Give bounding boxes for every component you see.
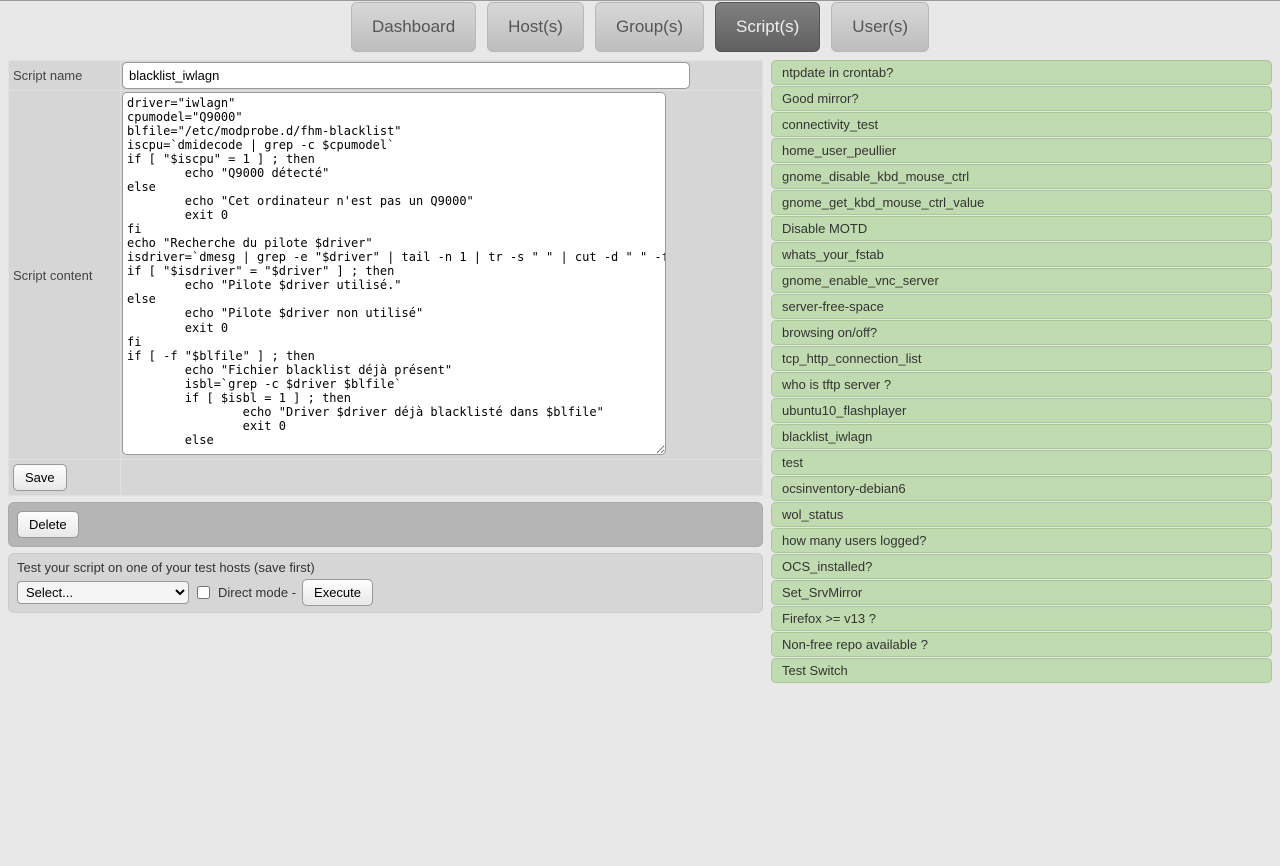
script-item[interactable]: ntpdate in crontab? <box>771 60 1272 85</box>
left-column: Script name Script content Save Delete <box>8 60 763 683</box>
tab-hosts[interactable]: Host(s) <box>487 2 584 52</box>
delete-button[interactable]: Delete <box>17 511 79 538</box>
script-item[interactable]: Test Switch <box>771 658 1272 683</box>
main-content: Script name Script content Save Delete <box>0 52 1280 691</box>
script-item[interactable]: tcp_http_connection_list <box>771 346 1272 371</box>
script-content-label: Script content <box>9 91 121 460</box>
right-column: ntpdate in crontab?Good mirror?connectiv… <box>771 60 1272 683</box>
script-content-textarea[interactable] <box>122 92 666 455</box>
tab-dashboard[interactable]: Dashboard <box>351 2 476 52</box>
script-item[interactable]: wol_status <box>771 502 1272 527</box>
tab-groups[interactable]: Group(s) <box>595 2 704 52</box>
delete-panel: Delete <box>8 502 763 547</box>
tab-users[interactable]: User(s) <box>831 2 929 52</box>
test-panel: Test your script on one of your test hos… <box>8 553 763 613</box>
script-item[interactable]: connectivity_test <box>771 112 1272 137</box>
script-item[interactable]: Good mirror? <box>771 86 1272 111</box>
script-item[interactable]: Set_SrvMirror <box>771 580 1272 605</box>
script-item[interactable]: who is tftp server ? <box>771 372 1272 397</box>
script-item[interactable]: server-free-space <box>771 294 1272 319</box>
test-controls-row: Select... Direct mode - Execute <box>17 579 754 606</box>
script-item[interactable]: gnome_get_kbd_mouse_ctrl_value <box>771 190 1272 215</box>
script-name-label: Script name <box>9 61 121 91</box>
script-item[interactable]: home_user_peullier <box>771 138 1272 163</box>
test-heading: Test your script on one of your test hos… <box>17 560 754 575</box>
script-item[interactable]: whats_your_fstab <box>771 242 1272 267</box>
execute-button[interactable]: Execute <box>302 579 373 606</box>
script-item[interactable]: blacklist_iwlagn <box>771 424 1272 449</box>
script-item[interactable]: OCS_installed? <box>771 554 1272 579</box>
main-tabs: DashboardHost(s)Group(s)Script(s)User(s) <box>0 1 1280 52</box>
tab-scripts[interactable]: Script(s) <box>715 2 820 52</box>
direct-mode-label: Direct mode - <box>218 585 296 600</box>
script-item[interactable]: how many users logged? <box>771 528 1272 553</box>
script-list: ntpdate in crontab?Good mirror?connectiv… <box>771 60 1272 683</box>
script-name-input[interactable] <box>122 62 690 89</box>
script-item[interactable]: ocsinventory-debian6 <box>771 476 1272 501</box>
script-item[interactable]: gnome_disable_kbd_mouse_ctrl <box>771 164 1272 189</box>
script-item[interactable]: Disable MOTD <box>771 216 1272 241</box>
script-item[interactable]: Non-free repo available ? <box>771 632 1272 657</box>
script-item[interactable]: ubuntu10_flashplayer <box>771 398 1272 423</box>
save-button[interactable]: Save <box>13 464 67 491</box>
script-form-table: Script name Script content Save <box>8 60 763 496</box>
script-item[interactable]: gnome_enable_vnc_server <box>771 268 1272 293</box>
script-item[interactable]: test <box>771 450 1272 475</box>
direct-mode-checkbox[interactable] <box>197 586 210 599</box>
test-host-select[interactable]: Select... <box>17 581 189 604</box>
script-item[interactable]: Firefox >= v13 ? <box>771 606 1272 631</box>
script-item[interactable]: browsing on/off? <box>771 320 1272 345</box>
